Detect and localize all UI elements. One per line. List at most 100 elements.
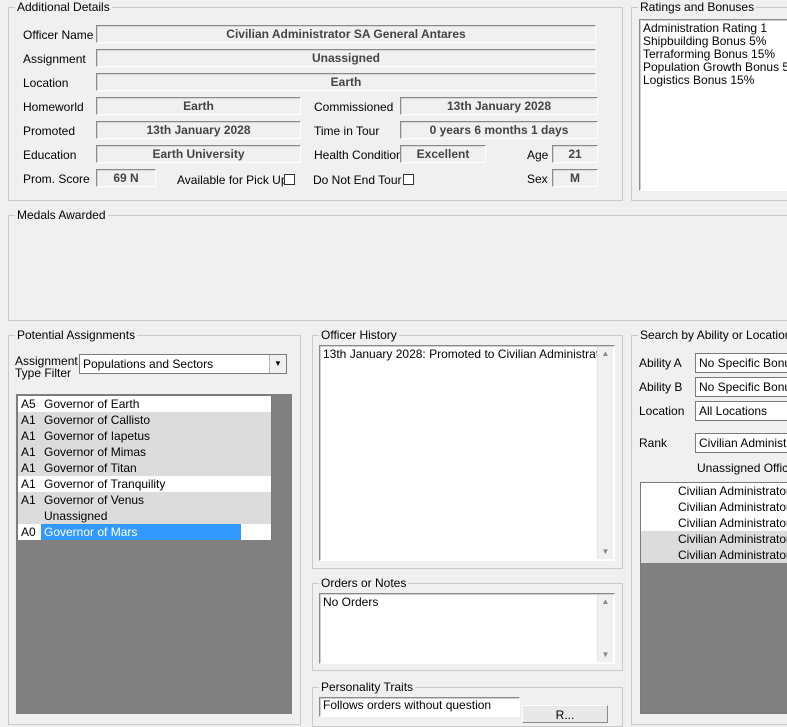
- personality-entry: Follows orders without question: [323, 698, 492, 712]
- officer-name: Civilian Administrator Fa: [678, 484, 787, 498]
- scroll-down-icon[interactable]: ▼: [598, 648, 613, 662]
- sex-field: M: [552, 169, 598, 187]
- assignments-list[interactable]: A5 Governor of Earth A1 Governor of Callist…: [17, 395, 272, 540]
- orders-scrollbar[interactable]: ▲ ▼: [597, 595, 613, 662]
- pickup-label: Available for Pick Up: [177, 173, 288, 187]
- assignment-name: Governor of Callisto: [44, 413, 151, 427]
- ratings-list[interactable]: Administration Rating 1 Shipbuilding Bon…: [639, 19, 787, 191]
- search-location-select[interactable]: All Locations: [695, 401, 787, 421]
- chevron-down-icon[interactable]: ▼: [269, 355, 286, 373]
- time-in-tour-label: Time in Tour: [314, 124, 380, 138]
- assignment-label: Assignment: [23, 52, 86, 66]
- history-scrollbar[interactable]: ▲ ▼: [597, 347, 613, 559]
- rank-select[interactable]: Civilian Administrator: [695, 433, 787, 453]
- ability-b-select[interactable]: No Specific Bonus: [695, 377, 787, 397]
- assignment-code: A5: [21, 397, 36, 411]
- officer-row[interactable]: Civilian Administrator Fa: [641, 483, 787, 499]
- education-field: Earth University: [96, 145, 301, 163]
- assignment-name: Governor of Mimas: [44, 445, 147, 459]
- do-not-end-tour-label: Do Not End Tour: [313, 173, 402, 187]
- orders-title: Orders or Notes: [319, 576, 409, 590]
- officer-name: Civilian Administrator A: [678, 516, 787, 530]
- orders-entry: No Orders: [323, 595, 379, 609]
- history-entry: 13th January 2028: Promoted to Civilian …: [323, 347, 610, 361]
- medals-title: Medals Awarded: [15, 208, 108, 222]
- ability-a-value: No Specific Bonus: [699, 356, 787, 370]
- health-label: Health Condition: [314, 148, 403, 162]
- assignment-name: Governor of Earth: [44, 397, 140, 411]
- pickup-checkbox[interactable]: [284, 174, 295, 185]
- do-not-end-tour-checkbox[interactable]: [403, 174, 414, 185]
- commissioned-label: Commissioned: [314, 100, 394, 114]
- assignment-row[interactable]: A5 Governor of Earth: [18, 396, 271, 412]
- additional-details-title: Additional Details: [15, 0, 112, 14]
- assignment-name: Governor of Iapetus: [44, 429, 151, 443]
- ability-a-select[interactable]: No Specific Bonus: [695, 353, 787, 373]
- search-location-value: All Locations: [699, 404, 768, 418]
- commissioned-field: 13th January 2028: [400, 97, 598, 115]
- ratings-item: Logistics Bonus 15%: [643, 73, 755, 87]
- officer-name: Civilian Administrator Po: [678, 532, 787, 546]
- assignment-row[interactable]: A0 Governor of Mars: [18, 524, 271, 540]
- prom-score-label: Prom. Score: [23, 172, 90, 186]
- ratings-title: Ratings and Bonuses: [638, 0, 757, 14]
- education-label: Education: [23, 148, 77, 162]
- medals-group: Medals Awarded: [8, 208, 787, 321]
- promoted-field: 13th January 2028: [96, 121, 301, 139]
- homeworld-field: Earth: [96, 97, 301, 115]
- assignment-field: Unassigned: [96, 49, 596, 67]
- assignment-row[interactable]: A1 Governor of Venus: [18, 492, 271, 508]
- assignment-code: A1: [21, 429, 36, 443]
- filter-value: Populations and Sectors: [83, 357, 214, 371]
- scroll-up-icon[interactable]: ▲: [598, 347, 613, 361]
- scroll-down-icon[interactable]: ▼: [598, 545, 613, 559]
- assignment-row[interactable]: A1 Governor of Mimas: [18, 444, 271, 460]
- assignment-row[interactable]: A1 Governor of Iapetus: [18, 428, 271, 444]
- personality-button[interactable]: R...: [522, 705, 608, 723]
- assignment-code: A1: [21, 445, 36, 459]
- officer-row[interactable]: Civilian Administrator Ge: [641, 547, 787, 563]
- officer-row[interactable]: Civilian Administrator ex: [641, 499, 787, 515]
- location-label: Location: [23, 76, 69, 90]
- officer-row[interactable]: Civilian Administrator A: [641, 515, 787, 531]
- assignment-type-filter-select[interactable]: Populations and Sectors ▼: [79, 354, 287, 374]
- officer-name-field: Civilian Administrator SA General Antare…: [96, 25, 596, 43]
- assignment-row[interactable]: A1 Governor of Callisto: [18, 412, 271, 428]
- rank-label: Rank: [639, 436, 668, 450]
- time-in-tour-field: 0 years 6 months 1 days: [400, 121, 598, 139]
- personality-text[interactable]: Follows orders without question: [319, 697, 520, 717]
- promoted-label: Promoted: [23, 124, 76, 138]
- assignment-code: A1: [21, 493, 36, 507]
- ability-b-value: No Specific Bonus: [699, 380, 787, 394]
- orders-text[interactable]: No Orders ▲ ▼: [319, 593, 615, 664]
- officer-row[interactable]: Civilian Administrator Po: [641, 531, 787, 547]
- personality-title: Personality Traits: [319, 680, 416, 694]
- scroll-up-icon[interactable]: ▲: [598, 595, 613, 609]
- filter-label-line2: Type Filter: [15, 366, 72, 380]
- assignment-code: A1: [21, 413, 36, 427]
- assignment-row[interactable]: A1 Governor of Tranquility: [18, 476, 271, 492]
- assignment-name: Unassigned: [44, 509, 108, 523]
- officer-name-label: Officer Name: [23, 28, 94, 42]
- rank-value: Civilian Administrator: [699, 436, 787, 450]
- sex-label: Sex: [527, 172, 548, 186]
- officer-name: Civilian Administrator Ge: [678, 548, 787, 562]
- assignment-code: A0: [21, 525, 36, 539]
- location-field: Earth: [96, 73, 596, 91]
- unassigned-officers-label: Unassigned Officers: [697, 461, 787, 475]
- assignment-code: A1: [21, 461, 36, 475]
- search-title: Search by Ability or Location: [638, 328, 787, 342]
- assignment-name: Governor of Mars: [41, 524, 241, 540]
- officer-history-title: Officer History: [319, 328, 399, 342]
- health-field: Excellent: [400, 145, 486, 163]
- assignment-row[interactable]: Unassigned: [18, 508, 271, 524]
- prom-score-field: 69 N: [96, 169, 156, 187]
- officer-history-text[interactable]: 13th January 2028: Promoted to Civilian …: [319, 345, 615, 561]
- age-field: 21: [552, 145, 598, 163]
- officer-name: Civilian Administrator ex: [678, 500, 787, 514]
- ability-a-label: Ability A: [639, 356, 682, 370]
- assignment-name: Governor of Tranquility: [44, 477, 166, 491]
- ability-b-label: Ability B: [639, 380, 683, 394]
- officers-list[interactable]: Civilian Administrator Fa Civilian Admini…: [640, 482, 787, 714]
- assignment-row[interactable]: A1 Governor of Titan: [18, 460, 271, 476]
